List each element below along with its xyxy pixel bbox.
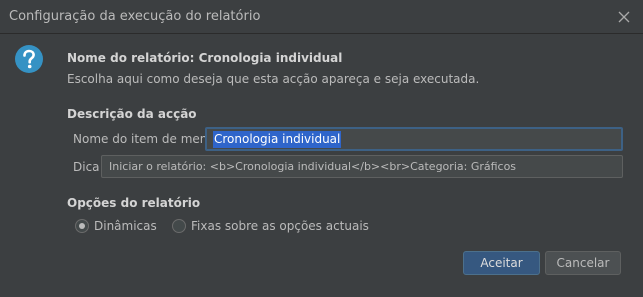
- radio-fixed-label: Fixas sobre as opções actuais: [191, 219, 369, 233]
- close-button[interactable]: [611, 4, 637, 30]
- options-section-heading: Opções do relatório: [67, 196, 201, 210]
- menu-item-name-label: Nome do item de menu: [73, 132, 216, 146]
- radio-checked-icon: [75, 219, 89, 233]
- report-instructions: Escolha aqui como deseja que esta acção …: [67, 72, 480, 86]
- hint-value: Iniciar o relatório: <b>Cronologia indiv…: [109, 160, 517, 173]
- report-config-dialog: Configuração da execução do relatório No…: [0, 0, 643, 297]
- hint-input[interactable]: Iniciar o relatório: <b>Cronologia indiv…: [101, 155, 623, 178]
- radio-unchecked-icon: [172, 219, 186, 233]
- close-icon: [618, 11, 630, 23]
- title-bar: Configuração da execução do relatório: [0, 0, 643, 34]
- accept-button[interactable]: Aceitar: [463, 251, 540, 275]
- description-section-heading: Descrição da acção: [67, 107, 197, 121]
- radio-dynamic[interactable]: Dinâmicas: [75, 219, 157, 233]
- menu-item-name-value: Cronologia individual: [213, 131, 342, 148]
- help-question-icon: [15, 45, 43, 73]
- window-title: Configuração da execução do relatório: [9, 9, 261, 24]
- radio-fixed[interactable]: Fixas sobre as opções actuais: [172, 219, 369, 233]
- hint-label: Dica: [73, 160, 100, 174]
- menu-item-name-input[interactable]: Cronologia individual: [205, 127, 623, 151]
- cancel-button[interactable]: Cancelar: [545, 251, 621, 275]
- report-name-heading: Nome do relatório: Cronologia individual: [67, 51, 343, 65]
- radio-dynamic-label: Dinâmicas: [94, 219, 157, 233]
